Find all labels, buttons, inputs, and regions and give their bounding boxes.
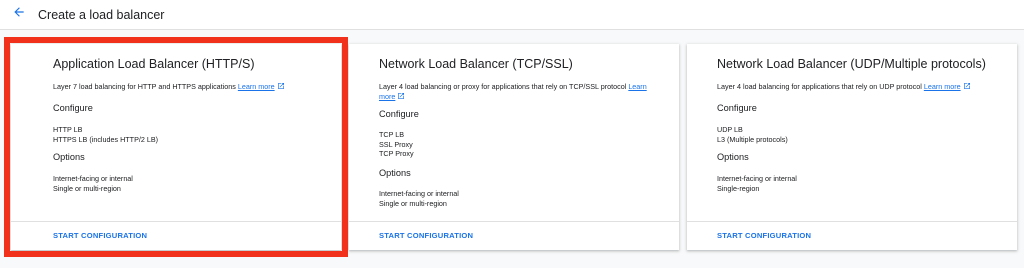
configure-label: Configure: [717, 103, 757, 113]
back-button[interactable]: [4, 0, 34, 30]
list-item: Single or multi-region: [53, 183, 121, 193]
open-in-new-icon: [277, 82, 285, 93]
description-text: Layer 4 load balancing for applications …: [717, 82, 922, 91]
card-application-load-balancer: Application Load Balancer (HTTP/S) Layer…: [11, 44, 341, 250]
configure-list: HTTP LB HTTPS LB (includes HTTP/2 LB): [53, 125, 158, 144]
arrow-back-icon: [12, 5, 26, 24]
list-item: Internet-facing or internal: [53, 174, 133, 183]
list-item: L3 (Multiple protocols): [717, 134, 788, 144]
card-network-load-balancer-tcp-ssl: Network Load Balancer (TCP/SSL) Layer 4 …: [349, 44, 679, 250]
configure-list: TCP LB SSL Proxy TCP Proxy: [379, 130, 414, 159]
options-list: Internet-facing or internal Single or mu…: [379, 189, 459, 208]
list-item: HTTP LB: [53, 125, 83, 134]
card-title: Network Load Balancer (UDP/Multiple prot…: [717, 57, 986, 71]
description-text: Layer 4 load balancing or proxy for appl…: [379, 82, 627, 91]
page-title: Create a load balancer: [38, 7, 165, 22]
options-label: Options: [717, 152, 749, 162]
start-configuration-button[interactable]: START CONFIGURATION: [379, 231, 473, 240]
open-in-new-icon: [397, 92, 405, 103]
list-item: UDP LB: [717, 125, 743, 134]
learn-more-link[interactable]: Learn more: [238, 82, 275, 91]
configure-label: Configure: [379, 109, 419, 119]
options-list: Internet-facing or internal Single-regio…: [717, 174, 797, 193]
learn-more-link[interactable]: Learn more: [924, 82, 961, 91]
card-footer: START CONFIGURATION: [11, 221, 341, 250]
card-description: Layer 7 load balancing for HTTP and HTTP…: [53, 82, 327, 93]
options-label: Options: [53, 152, 85, 162]
start-configuration-button[interactable]: START CONFIGURATION: [53, 231, 147, 240]
configure-label: Configure: [53, 103, 93, 113]
options-label: Options: [379, 168, 411, 178]
start-configuration-button[interactable]: START CONFIGURATION: [717, 231, 811, 240]
card-footer: START CONFIGURATION: [687, 221, 1017, 250]
list-item: TCP Proxy: [379, 149, 414, 158]
open-in-new-icon: [963, 82, 971, 93]
card-title: Network Load Balancer (TCP/SSL): [379, 57, 573, 71]
options-list: Internet-facing or internal Single or mu…: [53, 174, 133, 193]
card-description: Layer 4 load balancing or proxy for appl…: [379, 82, 657, 103]
list-item: HTTPS LB (includes HTTP/2 LB): [53, 134, 159, 144]
list-item: Single or multi-region: [379, 198, 447, 208]
top-bar: Create a load balancer: [0, 0, 1024, 30]
configure-list: UDP LB L3 (Multiple protocols): [717, 125, 788, 144]
description-text: Layer 7 load balancing for HTTP and HTTP…: [53, 82, 236, 91]
card-title: Application Load Balancer (HTTP/S): [53, 57, 255, 71]
list-item: Internet-facing or internal: [717, 174, 797, 183]
list-item: TCP LB: [379, 130, 405, 139]
list-item: SSL Proxy: [379, 139, 413, 149]
card-description: Layer 4 load balancing for applications …: [717, 82, 1009, 93]
list-item: Internet-facing or internal: [379, 189, 459, 198]
list-item: Single-region: [717, 183, 760, 193]
card-footer: START CONFIGURATION: [349, 221, 679, 250]
card-network-load-balancer-udp: Network Load Balancer (UDP/Multiple prot…: [687, 44, 1017, 250]
